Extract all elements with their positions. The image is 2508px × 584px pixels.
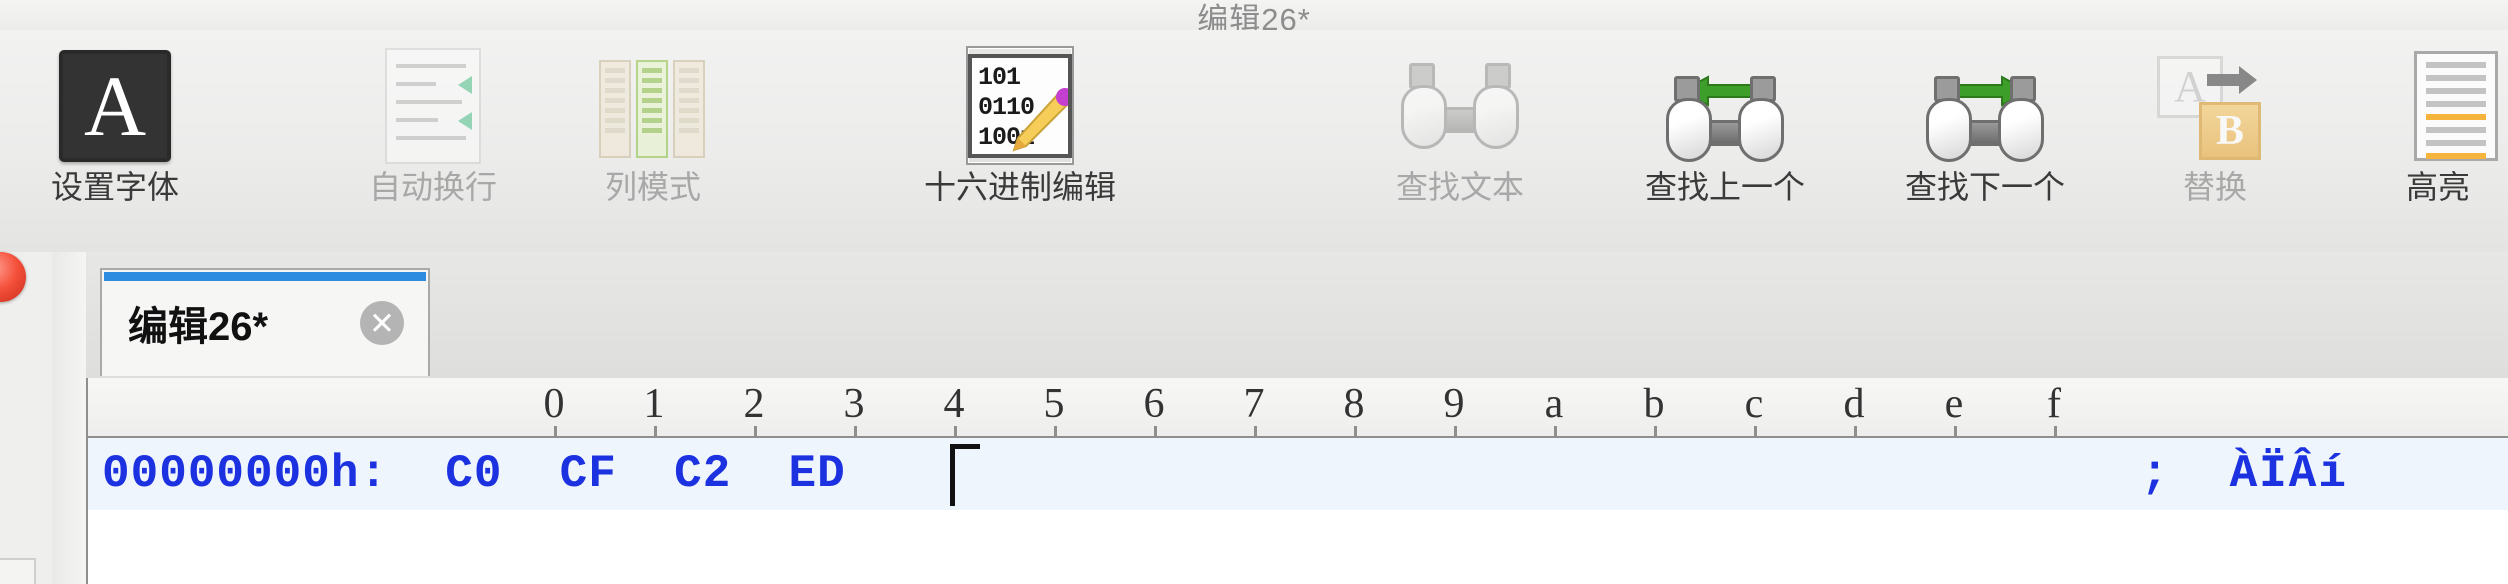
word-wrap-icon — [385, 47, 481, 164]
hex-column-tick-9 — [1454, 426, 1457, 436]
arrow-curve-icon — [2207, 65, 2257, 94]
toolbar-button-highlight[interactable]: 高亮 — [2400, 48, 2508, 248]
toolbar-label-word-wrap: 自动换行 — [368, 169, 497, 205]
hex-column-header-0: 0 — [543, 381, 565, 427]
toolbar-label-highlight: 高亮 — [2406, 169, 2471, 205]
hex-column-tick-b — [1654, 426, 1657, 436]
toolbar-label-find-next: 查找下一个 — [1904, 169, 2065, 205]
hex-column-tick-8 — [1354, 426, 1357, 436]
toolbar-button-set-font[interactable]: A 设置字体 — [10, 48, 220, 248]
hex-editor[interactable]: 0 1 2 3 4 5 6 7 8 9 a b c d e f 00000000h: C0 CF C2 ED … — [86, 378, 2508, 584]
hex-column-tick-c — [1754, 426, 1757, 436]
hex-column-header-c: c — [1744, 381, 1764, 427]
text-caret — [950, 444, 980, 506]
hex-column-header-3: 3 — [843, 381, 865, 427]
hex-column-tick-6 — [1154, 426, 1157, 436]
hex-column-header-2: 2 — [743, 381, 765, 427]
hex-column-tick-0 — [554, 426, 557, 436]
hex-column-header: 0 1 2 3 4 5 6 7 8 9 a b c d e f — [88, 378, 2508, 438]
main-toolbar: A 设置字体 自动换行 列模式 101 0110 1001 十六进制编辑 查找文… — [0, 30, 2508, 254]
hex-column-tick-f — [2054, 426, 2057, 436]
hex-column-tick-4 — [954, 426, 957, 436]
replace-target-letter: B — [2199, 101, 2261, 160]
column-mode-icon — [599, 48, 707, 163]
hex-column-tick-2 — [754, 426, 757, 436]
toolbar-label-find-text: 查找文本 — [1395, 169, 1524, 205]
toolbar-button-word-wrap[interactable]: 自动换行 — [328, 47, 538, 248]
hex-column-header-9: 9 — [1443, 381, 1465, 427]
hex-column-header-8: 8 — [1343, 381, 1365, 427]
toolbar-button-find-text[interactable]: 查找文本 — [1355, 48, 1565, 248]
close-icon[interactable]: ✕ — [360, 301, 404, 345]
replace-icon: A B — [2157, 48, 2273, 163]
find-next-icon — [1926, 48, 2044, 163]
hex-ascii-column: ; ÀÏÂí — [2140, 448, 2348, 500]
toolbar-button-column-mode[interactable]: 列模式 — [548, 48, 758, 248]
left-panel-box — [0, 558, 36, 584]
tab-active-accent — [104, 272, 426, 281]
pencil-icon — [1012, 87, 1068, 152]
tab-editor-26[interactable]: 编辑26* ✕ — [100, 268, 430, 376]
toolbar-label-hex-edit: 十六进制编辑 — [923, 169, 1116, 205]
hex-column-tick-5 — [1054, 426, 1057, 436]
hex-column-header-5: 5 — [1043, 381, 1065, 427]
hex-column-tick-d — [1854, 426, 1857, 436]
window-title: 编辑26* — [1197, 2, 1311, 30]
vertical-toolbar-strip — [52, 252, 88, 584]
hex-column-tick-a — [1554, 426, 1557, 436]
toolbar-button-find-previous[interactable]: 查找上一个 — [1620, 48, 1830, 248]
toolbar-label-column-mode: 列模式 — [604, 169, 701, 205]
document-pane: 编辑26* ✕ 0 1 2 3 4 5 6 7 8 9 a b c d e f 00000000h: C0 C… — [86, 252, 2508, 584]
toolbar-label-find-previous: 查找上一个 — [1644, 169, 1805, 205]
hex-row[interactable]: 00000000h: C0 CF C2 ED ; ÀÏÂí — [88, 438, 2508, 510]
hex-column-tick-e — [1954, 426, 1957, 436]
tab-label: 编辑26* — [128, 305, 269, 349]
hex-column-header-a: a — [1544, 381, 1564, 427]
title-bar: 编辑26* — [0, 0, 2508, 30]
binoculars-icon — [1401, 48, 1519, 163]
left-window-edge — [0, 252, 54, 584]
highlight-icon — [2400, 48, 2498, 163]
toolbar-label-replace: 替换 — [2182, 169, 2247, 205]
hex-empty-area[interactable] — [88, 510, 2508, 584]
hex-column-header-1: 1 — [643, 381, 665, 427]
hex-column-header-e: e — [1944, 381, 1964, 427]
hex-column-header-6: 6 — [1143, 381, 1165, 427]
hex-column-tick-7 — [1254, 426, 1257, 436]
hex-offset-and-bytes: 00000000h: C0 CF C2 ED — [102, 448, 846, 500]
hex-column-header-7: 7 — [1243, 381, 1265, 427]
toolbar-button-replace[interactable]: A B 替换 — [2125, 48, 2305, 248]
toolbar-button-hex-edit[interactable]: 101 0110 1001 十六进制编辑 — [870, 46, 1170, 248]
hex-column-tick-1 — [654, 426, 657, 436]
hex-column-tick-3 — [854, 426, 857, 436]
toolbar-button-find-next[interactable]: 查找下一个 — [1880, 48, 2090, 248]
toolbar-label-set-font: 设置字体 — [50, 169, 179, 205]
find-previous-icon — [1666, 48, 1784, 163]
tab-strip: 编辑26* ✕ — [86, 252, 2508, 380]
hex-column-header-b: b — [1643, 381, 1665, 427]
application-window: 编辑26* A 设置字体 自动换行 列模式 101 0110 1001 十六进制… — [0, 0, 2508, 584]
hex-column-header-d: d — [1843, 381, 1865, 427]
hex-column-header-f: f — [2047, 381, 2061, 427]
font-icon: A — [59, 48, 171, 163]
hex-column-header-4: 4 — [943, 381, 965, 427]
hex-edit-icon: 101 0110 1001 — [966, 46, 1074, 165]
